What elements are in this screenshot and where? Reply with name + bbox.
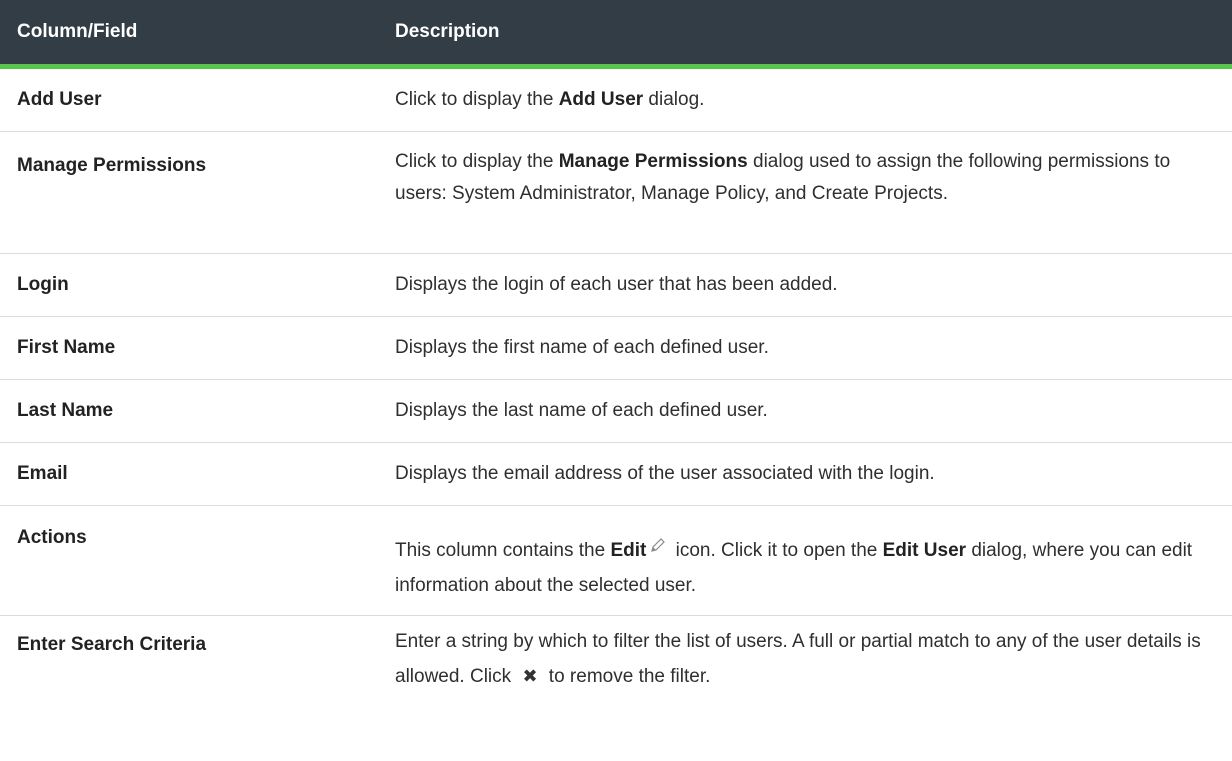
field-name: Actions xyxy=(17,527,87,548)
close-icon: ✖ xyxy=(522,666,538,686)
table-row-enter-search-criteria: Enter Search Criteria Enter a string by … xyxy=(0,616,1232,711)
header-description: Description xyxy=(395,21,500,42)
field-description: Click to display the Manage Permissions … xyxy=(395,151,1171,204)
table-row-last-name: Last Name Displays the last name of each… xyxy=(0,380,1232,443)
field-name: Last Name xyxy=(17,400,114,421)
field-description: Displays the last name of each defined u… xyxy=(395,400,768,421)
field-description: Displays the email address of the user a… xyxy=(395,463,935,484)
table-row-manage-permissions: Manage Permissions Click to display the … xyxy=(0,132,1232,254)
field-description: This column contains the Edit icon. Clic… xyxy=(385,506,1232,602)
ui-term: Manage Permissions xyxy=(558,151,748,172)
field-name: Manage Permissions xyxy=(17,155,207,176)
header-column-field: Column/Field xyxy=(17,21,138,42)
field-description: Displays the login of each user that has… xyxy=(395,274,838,295)
field-description: Click to display the Add User dialog. xyxy=(395,89,705,110)
table-row-email: Email Displays the email address of the … xyxy=(0,443,1232,506)
field-name: First Name xyxy=(17,337,116,358)
ui-term: Add User xyxy=(558,89,644,110)
table-row-actions: Actions This column contains the Edit ic… xyxy=(0,506,1232,616)
ui-term: Edit xyxy=(610,540,647,562)
table-row-add-user: Add User Click to display the Add User d… xyxy=(0,69,1232,132)
table-row-first-name: First Name Displays the first name of ea… xyxy=(0,317,1232,380)
table-header: Column/Field Description xyxy=(0,0,1232,69)
field-name: Login xyxy=(17,274,69,295)
field-name: Add User xyxy=(17,89,102,110)
field-description: Enter a string by which to filter the li… xyxy=(385,616,1232,694)
field-description: Displays the first name of each defined … xyxy=(395,337,769,358)
field-name: Enter Search Criteria xyxy=(17,634,207,655)
ui-term: Edit User xyxy=(882,540,967,562)
pencil-icon xyxy=(650,532,666,564)
field-description-table: Column/Field Description Add User Click … xyxy=(0,0,1232,711)
field-name: Email xyxy=(17,463,68,484)
table-row-login: Login Displays the login of each user th… xyxy=(0,254,1232,317)
